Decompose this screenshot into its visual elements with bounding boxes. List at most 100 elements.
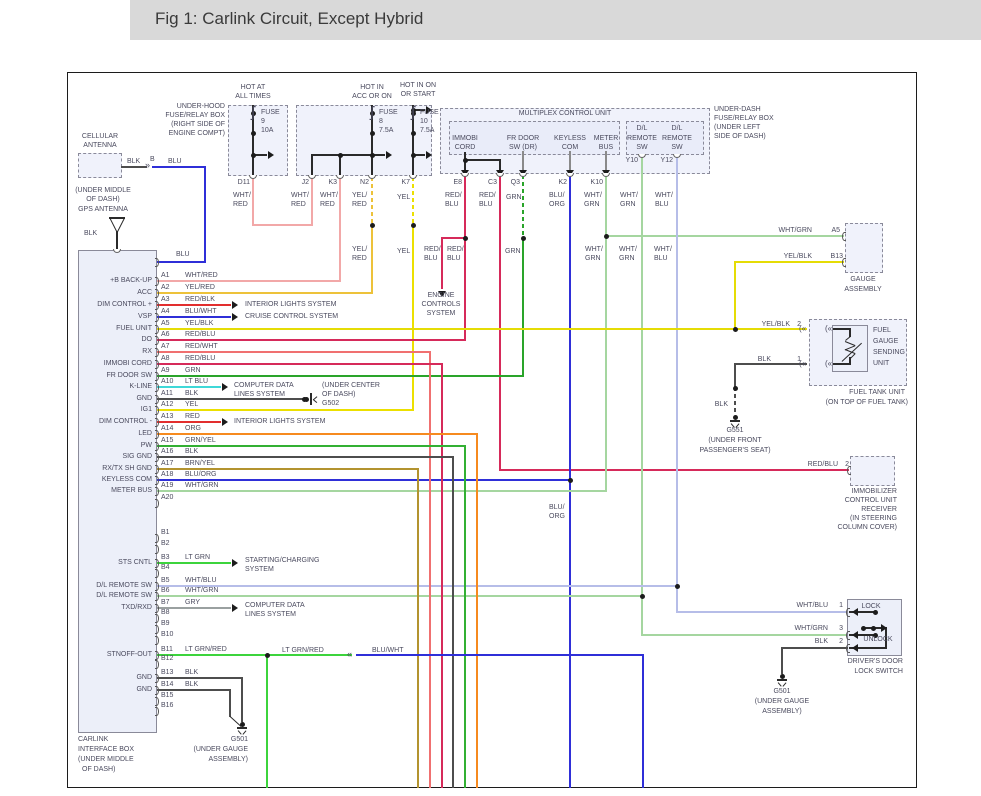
- wire-whtgrn-35: [157, 595, 643, 597]
- diagram-label: REMOTE: [627, 135, 657, 142]
- wire-grn-28: [522, 175, 524, 239]
- wire-color-label: WHT/GRN: [185, 482, 219, 489]
- diagram-label: UNDER-HOOD: [176, 103, 225, 110]
- connector-icon: [842, 231, 846, 241]
- diagram-label: ANTENNA: [83, 142, 117, 149]
- diagram-label: ʃ: [411, 104, 415, 121]
- diagram-label: G551: [726, 427, 744, 434]
- diagram-label: HOT IN: [360, 84, 384, 91]
- diagram-label: RED/: [445, 192, 462, 199]
- junction-dot: [674, 583, 680, 589]
- wire-blu-1: [204, 166, 206, 263]
- wire-color-label: BRN/YEL: [185, 460, 215, 467]
- diagram-label: Y12: [660, 157, 673, 164]
- diagram-label: RED: [291, 201, 306, 208]
- pin-tag-a5: A5: [161, 320, 170, 327]
- carlink-pin-name: METER BUS: [111, 487, 152, 494]
- wire-blk-60: [781, 647, 848, 649]
- wire-redblu-43: [157, 363, 443, 365]
- wire-whtblu-36: [676, 154, 678, 613]
- diagram-label: BLK: [84, 230, 98, 237]
- connector-icon: [155, 706, 159, 716]
- wire-grnyel-48: [157, 445, 466, 447]
- connector-icon: [155, 394, 159, 404]
- connector-icon: [846, 607, 850, 617]
- arrow-right-icon: [232, 559, 238, 567]
- wire-redwht-42: [429, 351, 431, 788]
- connector-icon: [155, 335, 159, 345]
- wire-color-label: LT BLU: [185, 378, 209, 385]
- gauge-assembly-box: [845, 223, 883, 273]
- junction-dot: [337, 152, 343, 158]
- junction-dot: [603, 233, 609, 239]
- diagram-label: 10A: [261, 127, 274, 134]
- diagram-label: 1: [839, 602, 843, 609]
- junction-dot: [369, 152, 375, 158]
- wire-redblu-26: [441, 237, 443, 289]
- diagram-label: OF DASH): [86, 196, 120, 203]
- wire-grn-29: [522, 237, 524, 377]
- connector-icon: [155, 696, 159, 706]
- pin-tag-a8: A8: [161, 355, 170, 362]
- wire-color-label: RED: [185, 413, 200, 420]
- wire-whtgrn-34: [641, 154, 643, 636]
- junction-dot: [732, 385, 738, 391]
- diagram-label: BLU: [654, 255, 668, 262]
- connector-icon: [155, 603, 159, 613]
- pin-tag-a11: A11: [161, 390, 173, 397]
- carlink-pin-name: GND: [136, 674, 152, 681]
- diagram-label: FUSE/RELAY BOX: [165, 112, 225, 119]
- diagram-label: PASSENGER'S SEAT): [699, 447, 771, 454]
- carlink-pin-name: STS CNTL: [118, 559, 152, 566]
- carlink-pin-name: PW: [140, 442, 152, 449]
- wire-blk-45: [157, 398, 303, 400]
- wire-color-label: LT GRN: [185, 554, 211, 561]
- figure-header-bar: Fig 1: Carlink Circuit, Except Hybrid: [130, 0, 981, 40]
- diagram-label: RED: [233, 201, 248, 208]
- diagram-label: CORD: [454, 144, 476, 151]
- diagram-label: SW (DR): [509, 144, 537, 151]
- wire-yelred-22: [157, 292, 373, 294]
- carlink-pin-name: KEYLESS COM: [101, 476, 152, 483]
- diagram-label: LT GRN/RED: [282, 647, 324, 654]
- carlink-pin-name: K-LINE: [129, 383, 152, 390]
- diagram-label: (ON TOP OF FUEL TANK): [825, 399, 908, 406]
- wire-whtgrn-32: [157, 490, 607, 492]
- connector-icon: [155, 429, 159, 439]
- wire-blu-1: [152, 166, 206, 168]
- diagram-label: («: [825, 359, 833, 368]
- junction-dot: [410, 152, 416, 158]
- wire-color-label: BLU/ORG: [185, 471, 217, 478]
- carlink-pin-name: IMMOBI CORD: [103, 360, 152, 367]
- diagram-label: («: [799, 359, 807, 368]
- pin-tag-a20: A20: [161, 494, 174, 501]
- connector-icon: [155, 347, 159, 357]
- wire-color-label: YEL: [185, 401, 199, 408]
- diagram-label: SW: [671, 144, 683, 151]
- connector-icon: [155, 359, 159, 369]
- wire-color-label: BLU/WHT: [185, 308, 217, 315]
- wire-color-label: BLK: [185, 681, 199, 688]
- pin-tag-a4: A4: [161, 308, 170, 315]
- diagram-label: CONTROLS: [421, 301, 461, 308]
- diagram-label: COLUMN COVER): [837, 524, 897, 531]
- diagram-label: BLU: [479, 201, 493, 208]
- pin-tag-a12: A12: [161, 401, 174, 408]
- connector-icon: [155, 312, 159, 322]
- diagram-label: ASSEMBLY): [762, 708, 802, 715]
- wire-blk-0: [121, 166, 147, 168]
- diagram-label: ENGINE COMPT): [168, 130, 225, 137]
- diagram-label: DRIVER'S DOOR: [847, 658, 903, 665]
- arrow-right-icon: [232, 604, 238, 612]
- wire-dark-66: [833, 328, 851, 330]
- wire-dark-9: [339, 154, 341, 177]
- connector-icon: [155, 276, 159, 286]
- connector-icon: [155, 371, 159, 381]
- diagram-label: GRN: [619, 255, 635, 262]
- wire-ltgrn-53: [157, 654, 352, 656]
- wire-yelblk-41: [734, 328, 807, 330]
- diagram-label: RED/: [447, 246, 464, 253]
- wire-redblu-25: [157, 339, 466, 341]
- junction-dot: [567, 477, 573, 483]
- wire-redblu-25: [464, 175, 466, 341]
